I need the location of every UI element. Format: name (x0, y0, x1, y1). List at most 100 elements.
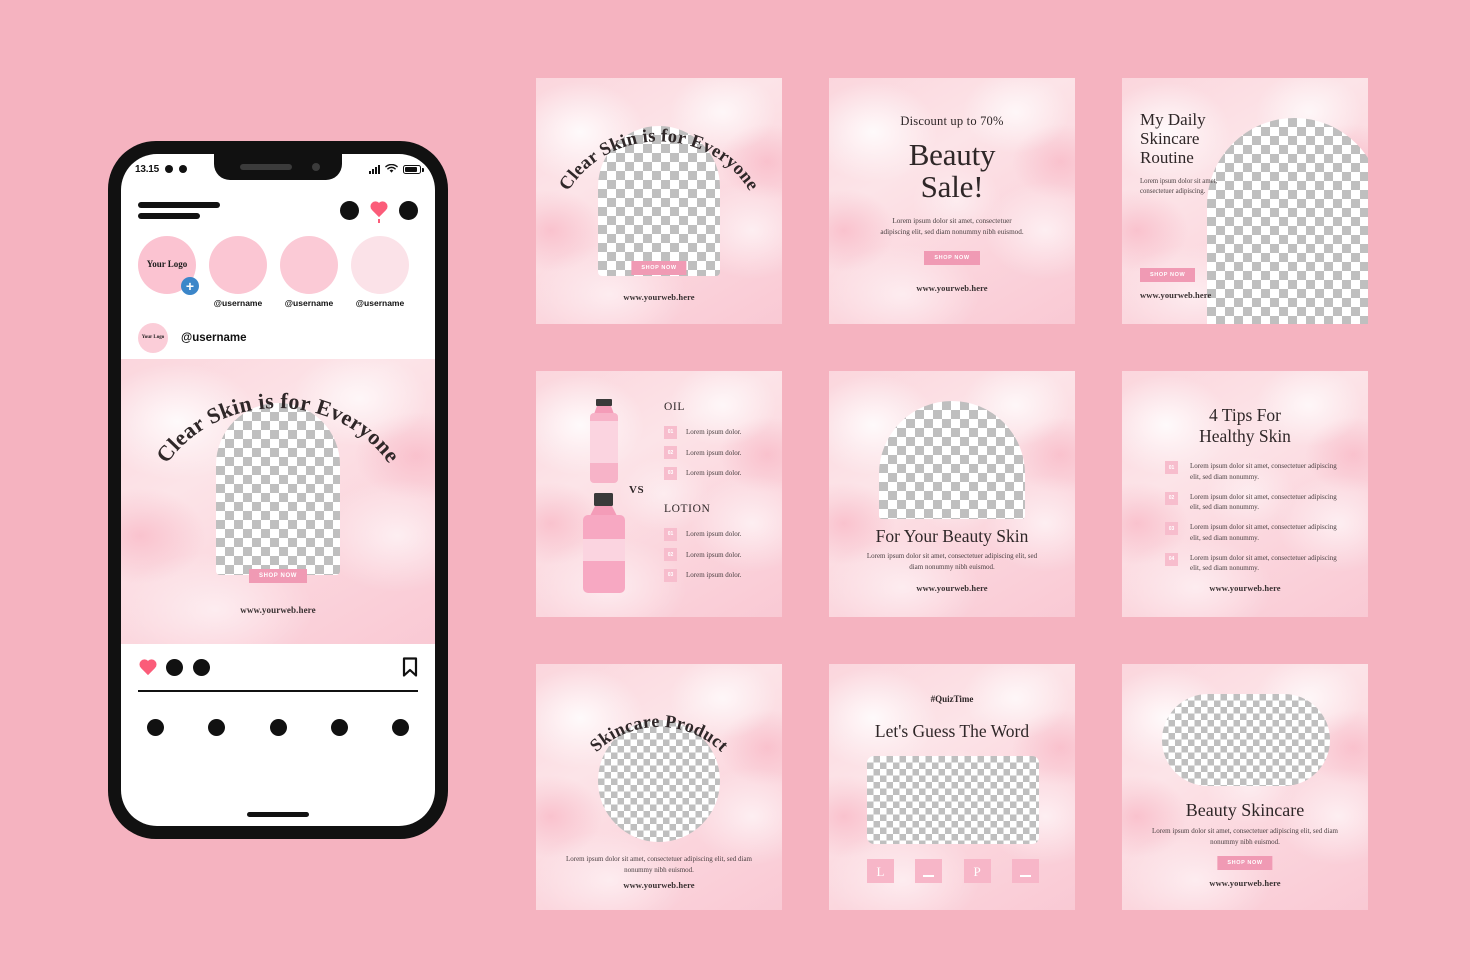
add-post-icon[interactable] (340, 200, 359, 220)
item-number: 03 (1165, 522, 1178, 535)
post-username[interactable]: @username (181, 332, 247, 344)
comment-icon[interactable] (166, 658, 183, 676)
card-content: Discount up to 70% Beauty Sale! Lorem ip… (829, 78, 1075, 324)
item-number: 01 (1165, 461, 1178, 474)
post-website-url: www.yourweb.here (240, 605, 316, 615)
quiz-guess-the-word-card[interactable]: #QuizTime Let's Guess The Word L P (829, 664, 1075, 910)
post-actions-row[interactable] (121, 648, 435, 686)
messenger-icon[interactable] (399, 200, 418, 220)
website-url: www.yourweb.here (1140, 290, 1212, 300)
list-item: 02 Lorem ipsum dolor. (664, 446, 774, 459)
list-item: 04 Lorem ipsum dolor sit amet, consectet… (1165, 552, 1340, 574)
website-url: www.yourweb.here (623, 880, 695, 890)
avatar[interactable] (209, 236, 267, 294)
title-line-1: My Daily (1140, 110, 1206, 129)
post-title-text: Clear Skin is for Everyone (151, 388, 405, 467)
item-text: Lorem ipsum dolor. (686, 448, 742, 457)
tab-search-icon[interactable] (208, 718, 226, 736)
item-number: 02 (1165, 491, 1178, 505)
shop-now-button[interactable]: SHOP NOW (1140, 268, 1196, 282)
tab-reels-icon[interactable] (269, 718, 287, 736)
item-number: 01 (664, 527, 677, 541)
header-icons (340, 200, 418, 223)
post-author-row[interactable]: Your Logo @username (121, 317, 435, 359)
lotion-bottle-icon (583, 493, 625, 593)
shop-now-button[interactable]: SHOP NOW (248, 569, 308, 583)
list-item: 01 Lorem ipsum dolor sit amet, consectet… (1165, 461, 1340, 482)
post-image: Clear Skin is for Everyone SHOP NOW www.… (121, 359, 435, 644)
item-text: Lorem ipsum dolor. (686, 469, 742, 477)
add-story-icon[interactable]: + (181, 277, 199, 295)
daily-skincare-routine-card[interactable]: My Daily Skincare Routine Lorem ipsum do… (1122, 78, 1368, 324)
website-url: www.yourweb.here (1209, 878, 1281, 888)
title-line-1: 4 Tips For (1209, 405, 1281, 425)
heart-icon[interactable] (138, 659, 156, 676)
website-url: www.yourweb.here (916, 583, 988, 593)
status-time: 13.15 (135, 163, 160, 175)
story-username: @username (213, 298, 263, 308)
item-number: 01 (664, 425, 677, 439)
item-number: 03 (664, 568, 677, 582)
letter-tiles[interactable]: L P (867, 859, 1039, 883)
list-item: 01 Lorem ipsum dolor. (664, 425, 774, 439)
list-item: 02 Lorem ipsum dolor sit amet, consectet… (1165, 491, 1340, 513)
beauty-sale-post-card[interactable]: Discount up to 70% Beauty Sale! Lorem ip… (829, 78, 1075, 324)
skincare-product-card[interactable]: Skincare Product Lorem ipsum dolor sit a… (536, 664, 782, 910)
share-icon[interactable] (193, 658, 210, 676)
card-title: Beauty Skincare (1185, 800, 1305, 820)
wifi-icon (385, 164, 398, 173)
earpiece-speaker (240, 164, 292, 170)
tab-shop-icon[interactable] (330, 718, 348, 736)
item-text: Lorem ipsum dolor sit amet, consectetuer… (1190, 462, 1337, 481)
story-username: @username (355, 298, 405, 308)
shop-now-button[interactable]: SHOP NOW (631, 261, 687, 275)
letter-tile-3[interactable]: P (963, 859, 991, 883)
letter-tile-2[interactable] (915, 859, 943, 883)
status-dot-icon (179, 165, 188, 173)
for-your-beauty-skin-card[interactable]: For Your Beauty Skin Lorem ipsum dolor s… (829, 371, 1075, 617)
avatar-label: Your Logo (141, 335, 165, 341)
card-title: 4 Tips For Healthy Skin (1122, 405, 1368, 448)
letter-tile-4[interactable] (1011, 859, 1039, 883)
tab-home-icon[interactable] (147, 718, 164, 736)
item-text: Lorem ipsum dolor. (686, 530, 742, 538)
stories-tray[interactable]: Your Logo + @username @username @usernam… (121, 236, 435, 308)
story-item-your-logo[interactable]: Your Logo + (138, 236, 199, 308)
letter-tile-1[interactable]: L (867, 859, 894, 883)
title-line-2: Skincare (1140, 129, 1200, 149)
beauty-skincare-card[interactable]: Beauty Skincare Lorem ipsum dolor sit am… (1122, 664, 1368, 910)
card-title-text: Clear Skin is for Everyone (556, 126, 763, 194)
shop-now-button[interactable]: SHOP NOW (924, 250, 980, 265)
avatar[interactable]: Your Logo (138, 323, 168, 353)
bottom-tab-bar[interactable] (121, 707, 435, 747)
image-placeholder (879, 401, 1025, 519)
website-url: www.yourweb.here (1209, 583, 1281, 593)
story-item-2[interactable]: @username (280, 236, 338, 308)
avatar[interactable] (280, 236, 338, 294)
story-label: Your Logo (146, 259, 188, 270)
home-indicator (247, 812, 309, 817)
heart-icon[interactable] (369, 201, 389, 223)
story-item-3[interactable]: @username (351, 236, 409, 308)
four-tips-healthy-skin-card[interactable]: 4 Tips For Healthy Skin 01 Lorem ipsum d… (1122, 371, 1368, 617)
bookmark-icon[interactable] (402, 657, 418, 677)
avatar[interactable]: Your Logo + (138, 236, 199, 295)
card-content: My Daily Skincare Routine Lorem ipsum do… (1140, 110, 1250, 197)
item-number: 02 (664, 548, 677, 561)
title-line-3: Routine (1140, 148, 1194, 168)
title-line-2: Sale! (920, 168, 984, 204)
tab-profile-icon[interactable] (392, 718, 409, 736)
item-number: 03 (664, 466, 677, 480)
oil-vs-lotion-card[interactable]: VS OIL 01 Lorem ipsum dolor. 02 Lorem ip… (536, 371, 782, 617)
shop-now-button[interactable]: SHOP NOW (1217, 856, 1273, 870)
avatar[interactable] (351, 236, 409, 294)
signal-bars-icon (369, 164, 380, 174)
curved-title: Skincare Product (586, 711, 733, 756)
svg-text:Skincare Product: Skincare Product (586, 711, 733, 756)
story-item-1[interactable]: @username (209, 236, 267, 308)
item-number: 02 (664, 446, 677, 459)
clear-skin-post-card[interactable]: Clear Skin is for Everyone SHOP NOW www.… (536, 78, 782, 324)
card-body-text: Lorem ipsum dolor sit amet, consectetuer… (866, 552, 1038, 571)
canvas: 13.15 Your Logo + @username @username @u… (0, 0, 1470, 980)
front-camera (312, 163, 320, 171)
